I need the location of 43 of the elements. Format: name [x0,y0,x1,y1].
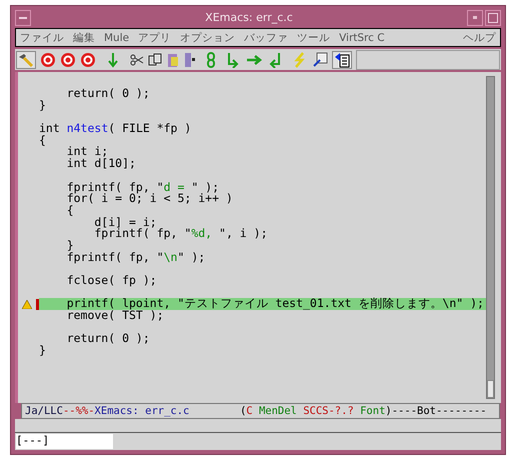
code-line: } [66,240,74,252]
chain-icon[interactable] [206,52,216,68]
help-menu[interactable]: ヘルプ [463,30,496,44]
code-line: int n4test( FILE *fp ) [39,123,192,135]
code-line: fprintf( fp, "%d, ", i ); [93,228,268,240]
scroll-thumb[interactable] [486,380,494,398]
code-line: return( 0 ); [66,88,150,100]
code-line: } [39,100,46,112]
code-line: int i; [66,146,108,158]
code-line: return( 0 ); [66,333,150,346]
code-line: int d[10]; [66,158,136,170]
maximize-button[interactable] [485,10,501,26]
minibuffer-field[interactable]: [---] [16,434,113,449]
target-icon[interactable] [60,52,76,68]
copy-icon[interactable] [148,52,162,66]
down-arrow-icon[interactable] [106,52,120,68]
minimize-button[interactable] [467,10,483,26]
target-icon[interactable] [40,52,56,68]
code-line: } [39,345,46,357]
scrollbar[interactable] [486,76,495,399]
menu-item[interactable]: Mule [104,32,130,44]
code-line: d[i] = i; [93,216,157,228]
document-icon[interactable] [332,50,352,68]
target-icon[interactable] [80,52,96,68]
menu-item[interactable]: オプション [180,30,236,44]
code-line: fprintf( fp, "\n" ); [66,252,206,264]
scissors-icon[interactable] [130,52,144,66]
code-line: for( i = 0; i < 5; i++ ) [66,193,233,205]
hammer-icon[interactable] [16,50,36,68]
menu-item[interactable]: アプリ [138,30,172,44]
menu-item[interactable]: バッファ [244,30,288,44]
menu-item[interactable]: ファイル [20,30,64,44]
menu-item[interactable]: VirtSrc C [339,32,385,44]
menu-item[interactable]: 編集 [73,30,95,44]
window-menu-button[interactable] [15,10,31,26]
code-line: remove( TST ); [66,310,164,322]
code-line: { [39,134,46,146]
window-title: XEmacs: err_c.c [204,11,294,24]
code-line: { [66,204,74,217]
right-arrow-icon[interactable] [246,52,262,66]
code-line: fprintf( fp, "d = " ); [66,182,220,194]
menu-item[interactable]: ツール [297,30,330,44]
code-line: fclose( fp ); [66,275,157,287]
